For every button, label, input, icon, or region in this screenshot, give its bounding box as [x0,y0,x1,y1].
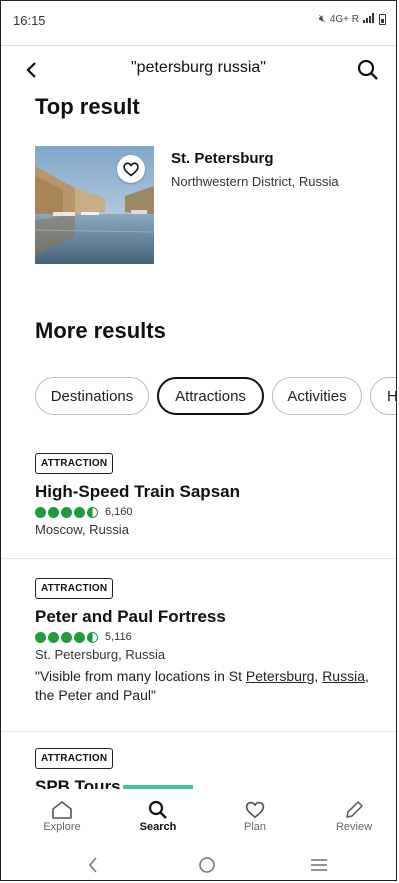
category-badge: ATTRACTION [35,578,114,599]
search-query[interactable]: "petersburg russia" [1,59,396,77]
result-title[interactable]: Peter and Paul Fortress [35,607,385,627]
screen: 16:15 🔇︎ 4G+ R "petersburg russia" Top r… [0,0,397,881]
nav-explore[interactable]: Explore [22,799,102,833]
nav-label: Explore [43,821,81,833]
more-results-heading: More results [35,318,166,343]
rating-bubble [74,506,85,518]
result-item[interactable]: ATTRACTION High-Speed Train Sapsan 6,160… [35,453,385,537]
nav-label: Review [335,821,373,833]
system-back-button[interactable] [73,853,113,877]
review-count: 6,160 [105,506,133,518]
category-badge: ATTRACTION [35,453,114,474]
snippet-link-petersburg[interactable]: Petersburg [246,668,314,684]
nav-plan[interactable]: Plan [215,799,295,833]
status-time: 16:15 [13,13,46,28]
review-count: 5,116 [105,631,132,643]
scroll-indicator [123,785,193,789]
search-icon [357,59,378,80]
battery-icon [379,14,386,25]
rating-bubbles: 5,116 [35,631,385,643]
list-divider [1,731,396,732]
save-button[interactable] [117,155,145,183]
status-bar: 16:15 🔇︎ 4G+ R [1,1,396,45]
circle-icon [199,857,215,873]
search-icon [118,799,198,821]
rating-bubbles: 6,160 [35,506,385,518]
place-photo[interactable] [35,146,154,264]
system-home-button[interactable] [187,853,227,877]
snippet-link-russia[interactable]: Russia [322,668,365,684]
chevron-left-icon [88,857,97,873]
search-header: "petersburg russia" [1,53,396,89]
network-label: 4G+ R [329,14,359,25]
status-divider [1,45,396,46]
chip-hotels[interactable]: Ho [370,377,396,415]
review-snippet: "Visible from many locations in St Peter… [35,667,385,705]
result-item[interactable]: ATTRACTION Peter and Paul Fortress 5,116… [35,578,385,705]
rating-bubble [35,506,46,518]
heart-icon [123,161,139,177]
chip-attractions[interactable]: Attractions [157,377,264,415]
list-divider [1,558,396,559]
menu-icon [311,859,327,871]
result-location: Moscow, Russia [35,522,129,537]
system-recents-button[interactable] [299,853,339,877]
result-title[interactable]: High-Speed Train Sapsan [35,482,385,502]
place-name[interactable]: St. Petersburg [171,150,274,167]
bottom-nav: Explore Search Plan Review [1,785,396,841]
pencil-icon [314,799,394,821]
top-result-heading: Top result [35,94,140,119]
rating-bubble [61,631,72,643]
rating-bubble-half [87,631,98,643]
rating-bubble [48,631,59,643]
mute-icon: 🔇︎ [318,13,326,25]
signal-icon [363,13,375,26]
rating-bubble [35,631,46,643]
category-badge: ATTRACTION [35,748,114,769]
place-region: Northwestern District, Russia [171,174,339,189]
nav-label: Search [139,821,177,833]
home-icon [22,799,102,821]
rating-bubble-half [87,506,98,518]
nav-search[interactable]: Search [118,799,198,833]
rating-bubble [74,631,85,643]
nav-label: Plan [243,821,267,833]
snippet-text: "Visible from many locations in St [35,668,246,684]
nav-review[interactable]: Review [314,799,394,833]
rating-bubble [48,506,59,518]
result-location: St. Petersburg, Russia [35,647,166,662]
rating-bubble [61,506,72,518]
status-indicators: 🔇︎ 4G+ R [319,13,386,26]
chip-activities[interactable]: Activities [272,377,362,415]
search-button[interactable] [354,55,382,85]
system-nav-bar [1,847,396,880]
top-result-card[interactable]: St. Petersburg Northwestern District, Ru… [35,146,375,266]
heart-icon [215,799,295,821]
chip-destinations[interactable]: Destinations [35,377,149,415]
